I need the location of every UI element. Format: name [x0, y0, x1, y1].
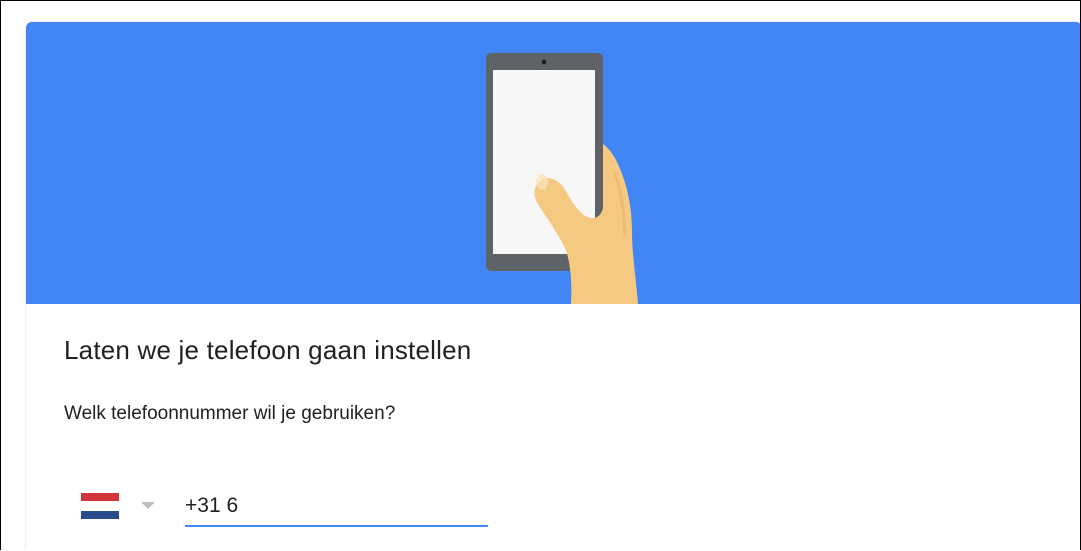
- phone-number-field: [185, 488, 488, 528]
- country-code-dropdown[interactable]: [81, 489, 161, 523]
- input-focus-underline: [185, 525, 488, 527]
- setup-card: Laten we je telefoon gaan instellen Welk…: [26, 22, 1080, 550]
- phone-number-input[interactable]: [185, 488, 488, 524]
- dropdown-arrow-icon: [141, 502, 155, 509]
- phone-number-question: Welk telefoonnummer wil je gebruiken?: [64, 403, 396, 424]
- window-frame: Laten we je telefoon gaan instellen Welk…: [0, 0, 1081, 550]
- netherlands-flag-icon: [81, 493, 119, 519]
- page-title: Laten we je telefoon gaan instellen: [64, 335, 472, 365]
- hand-holding-phone-illustration: [26, 22, 1080, 304]
- setup-banner: [26, 22, 1080, 304]
